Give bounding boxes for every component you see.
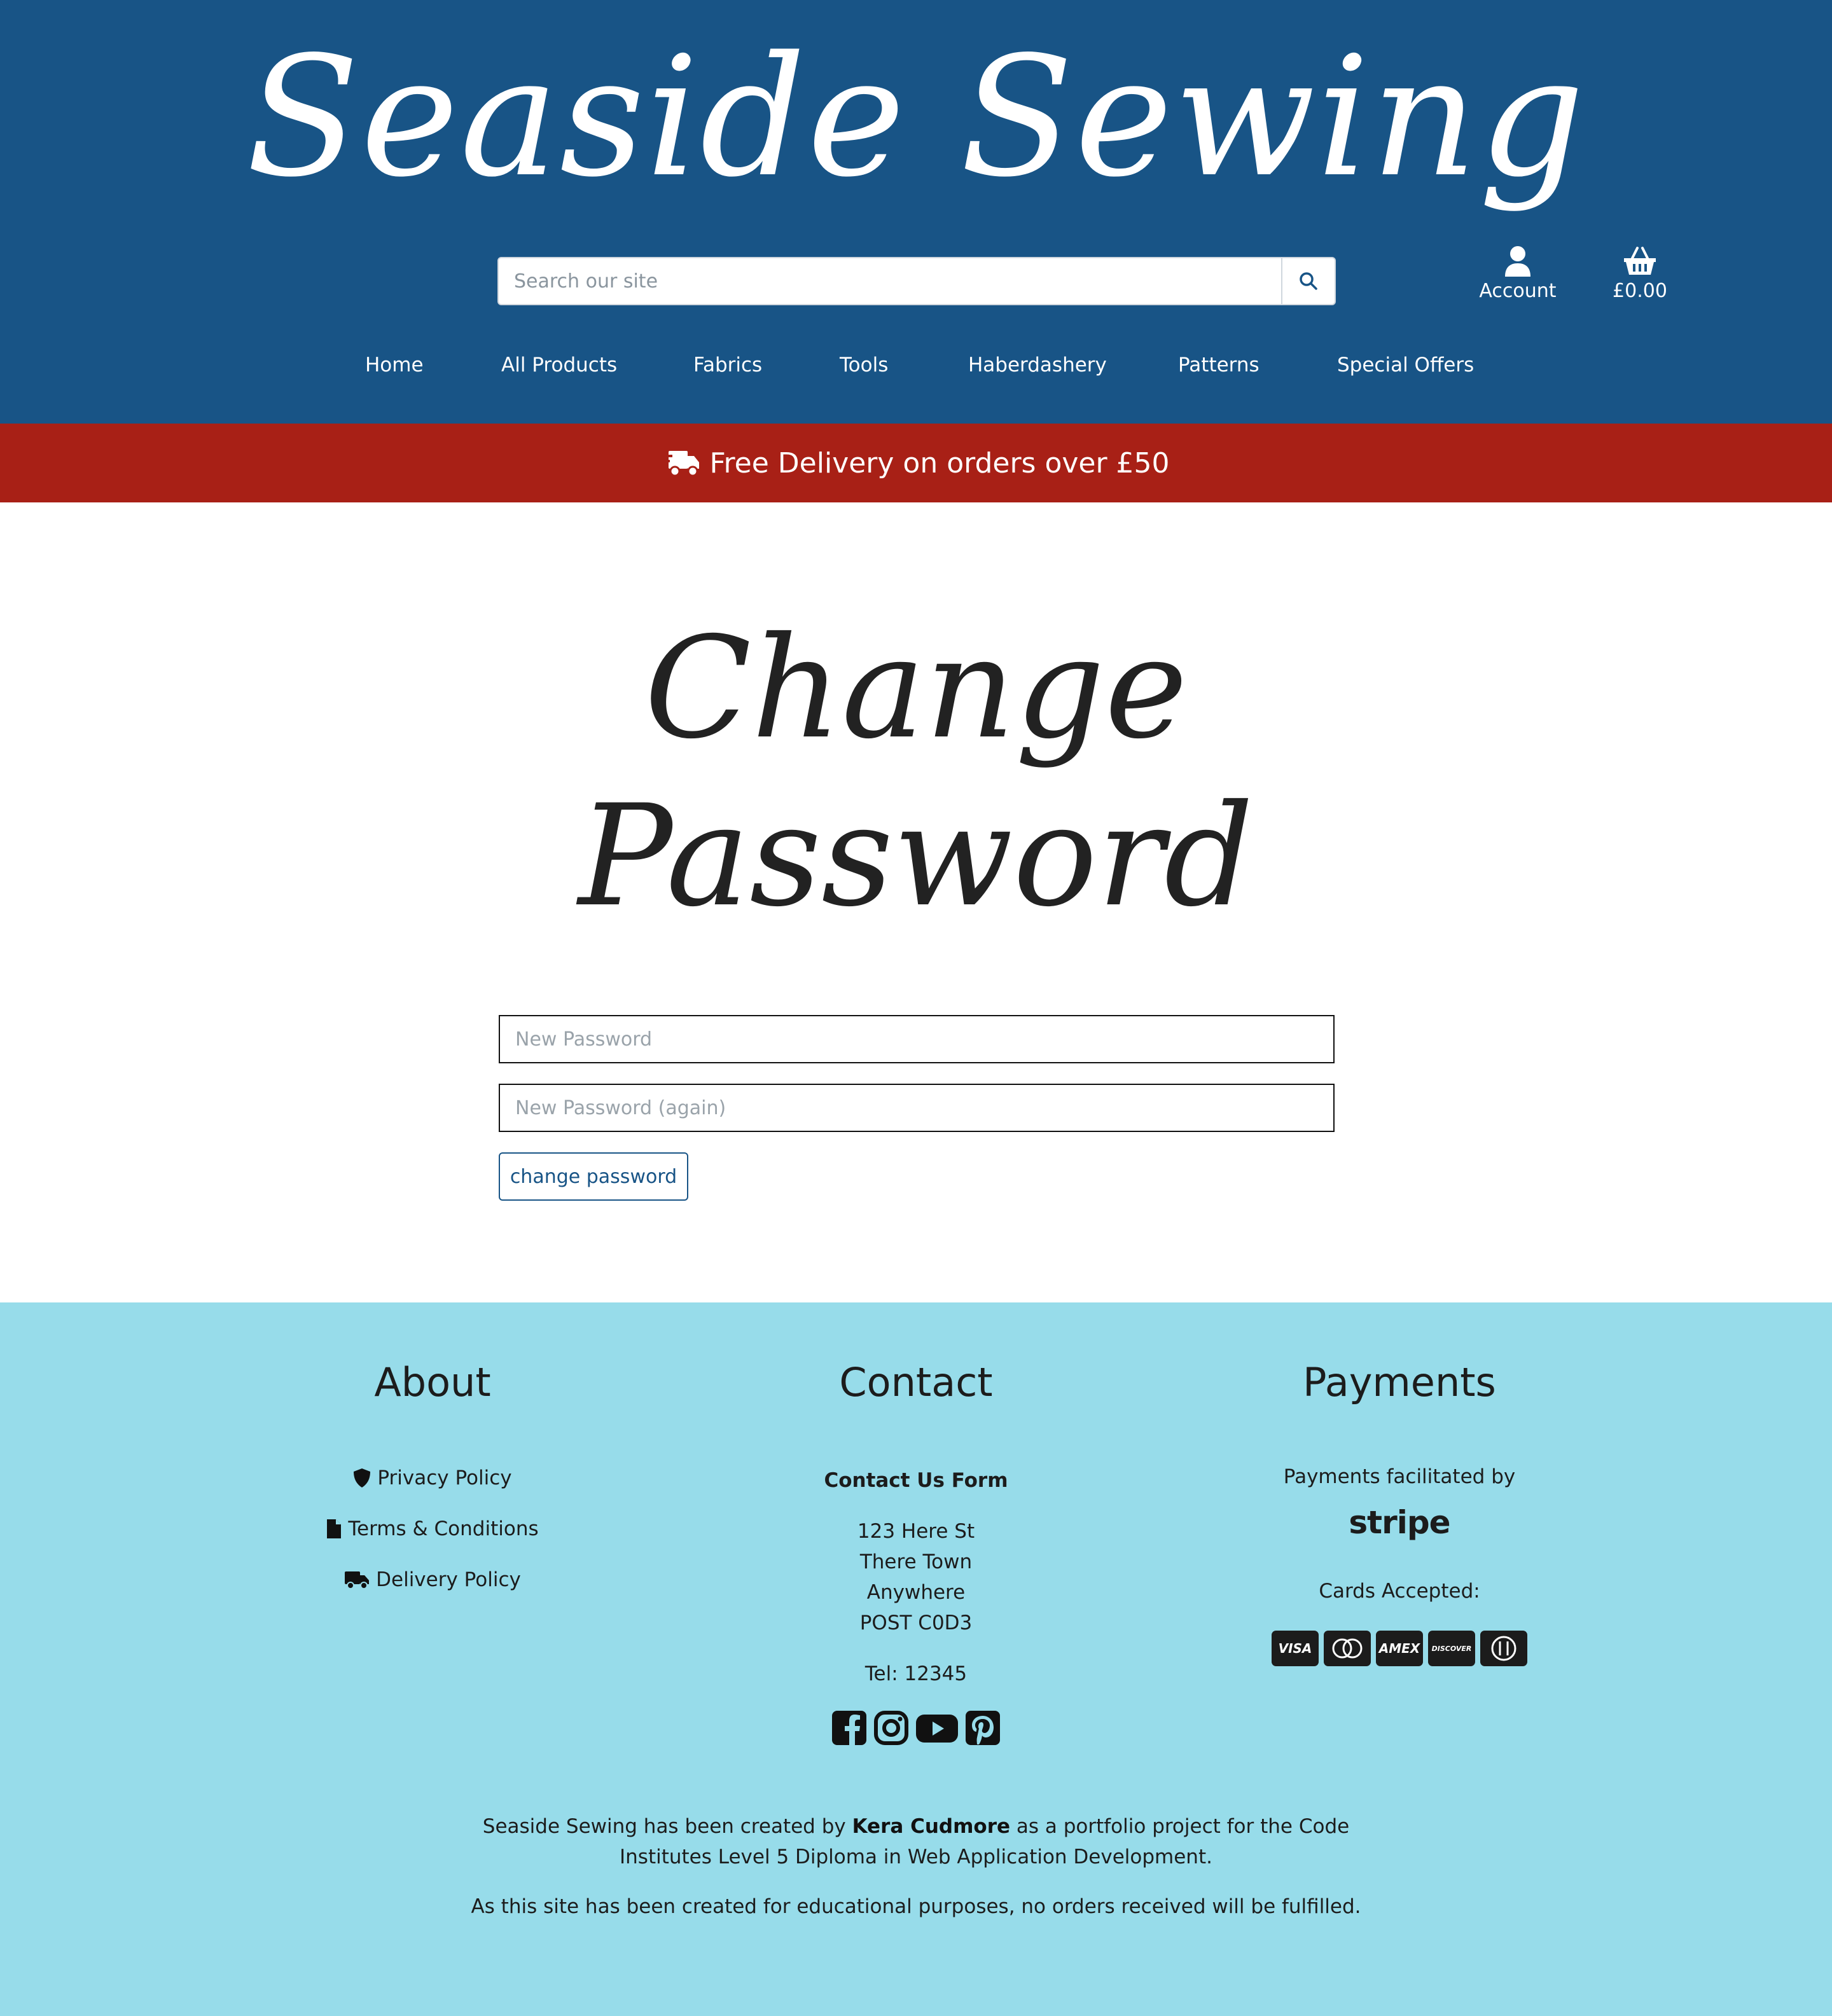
telephone: Tel: 12345 xyxy=(864,1662,968,1685)
facebook-icon[interactable] xyxy=(831,1709,868,1746)
discover-label: DISCOVER xyxy=(1431,1644,1472,1653)
delivery-policy-label: Delivery Policy xyxy=(376,1568,521,1591)
search-button[interactable] xyxy=(1281,258,1335,304)
nav-item-home[interactable]: Home xyxy=(365,349,424,382)
social-links xyxy=(674,1709,1158,1746)
address-line: 123 Here St xyxy=(857,1520,975,1543)
site-footer: About Privacy Policy Terms & Conditions … xyxy=(0,1302,1832,2016)
contact-heading: Contact xyxy=(839,1359,993,1405)
nav-item-special-offers[interactable]: Special Offers xyxy=(1337,349,1474,382)
search-form xyxy=(497,257,1336,305)
diners-club-icon xyxy=(1480,1631,1527,1666)
about-heading: About xyxy=(374,1359,491,1405)
truck-icon xyxy=(345,1571,370,1589)
page-title-line-2: Password xyxy=(578,775,1254,937)
basket-link[interactable]: £0.00 xyxy=(1589,245,1691,309)
youtube-icon[interactable] xyxy=(915,1709,959,1746)
pinterest-icon[interactable] xyxy=(964,1709,1001,1746)
file-icon xyxy=(327,1519,342,1538)
nav-item-patterns[interactable]: Patterns xyxy=(1178,349,1260,382)
privacy-policy-link[interactable]: Privacy Policy xyxy=(191,1464,674,1492)
diners-club-circles xyxy=(1491,1636,1516,1661)
banner-text: Free Delivery on orders over £50 xyxy=(709,446,1170,480)
cards-accepted-label: Cards Accepted: xyxy=(1319,1580,1480,1603)
payments-heading: Payments xyxy=(1303,1359,1496,1405)
change-password-button[interactable]: change password xyxy=(499,1152,688,1201)
card-logos: VISA AMEX DISCOVER xyxy=(1158,1631,1641,1666)
address-line: There Town xyxy=(859,1550,973,1573)
address-line: POST C0D3 xyxy=(859,1612,973,1634)
account-link[interactable]: Account xyxy=(1467,245,1569,309)
shield-icon xyxy=(354,1468,371,1488)
search-icon xyxy=(1300,272,1317,290)
site-logo[interactable]: Seaside Sewing xyxy=(0,13,1832,223)
user-icon xyxy=(1505,246,1530,277)
visa-label: VISA xyxy=(1278,1641,1312,1656)
stripe-logo: stripe xyxy=(1349,1504,1450,1541)
mastercard-icon xyxy=(1324,1631,1371,1666)
nav-item-all-products[interactable]: All Products xyxy=(501,349,617,382)
visa-icon: VISA xyxy=(1272,1631,1319,1666)
page-title-line-1: Change xyxy=(644,607,1188,770)
credits-paragraph: Seaside Sewing has been created by Kera … xyxy=(445,1811,1387,1872)
author-link[interactable]: Kera Cudmore xyxy=(852,1815,1010,1838)
site-header: Seaside Sewing Account £0.00 Home All Pr… xyxy=(0,0,1832,424)
nav-item-haberdashery[interactable]: Haberdashery xyxy=(968,349,1107,382)
address-line: Anywhere xyxy=(866,1581,966,1604)
account-label: Account xyxy=(1479,280,1557,302)
search-input[interactable] xyxy=(499,258,1282,304)
basket-total: £0.00 xyxy=(1613,280,1667,302)
nav-item-fabrics[interactable]: Fabrics xyxy=(693,349,762,382)
discover-icon: DISCOVER xyxy=(1428,1631,1475,1666)
nav-item-tools[interactable]: Tools xyxy=(840,349,888,382)
fast-truck-icon xyxy=(662,451,700,477)
new-password-field[interactable] xyxy=(499,1015,1335,1063)
basket-icon xyxy=(1624,247,1656,275)
new-password-again-field[interactable] xyxy=(499,1084,1335,1132)
terms-conditions-label: Terms & Conditions xyxy=(348,1517,539,1540)
mastercard-circles xyxy=(1332,1638,1363,1659)
payments-facilitated-text: Payments facilitated by xyxy=(1283,1465,1516,1488)
terms-conditions-link[interactable]: Terms & Conditions xyxy=(191,1515,674,1543)
delivery-policy-link[interactable]: Delivery Policy xyxy=(191,1566,674,1594)
contact-form-link[interactable]: Contact Us Form xyxy=(674,1465,1158,1496)
page-title: Change Password xyxy=(0,604,1832,940)
main-nav: Home All Products Fabrics Tools Haberdas… xyxy=(0,349,1832,382)
amex-label: AMEX xyxy=(1378,1641,1420,1656)
credits-text-before: Seaside Sewing has been created by xyxy=(482,1815,852,1838)
amex-icon: AMEX xyxy=(1376,1631,1423,1666)
privacy-policy-label: Privacy Policy xyxy=(377,1467,512,1489)
footer-credits: Seaside Sewing has been created by Kera … xyxy=(445,1811,1387,1941)
delivery-banner: Free Delivery on orders over £50 xyxy=(0,424,1832,502)
instagram-icon[interactable] xyxy=(873,1709,910,1746)
disclaimer-paragraph: As this site has been created for educat… xyxy=(471,1895,1361,1918)
